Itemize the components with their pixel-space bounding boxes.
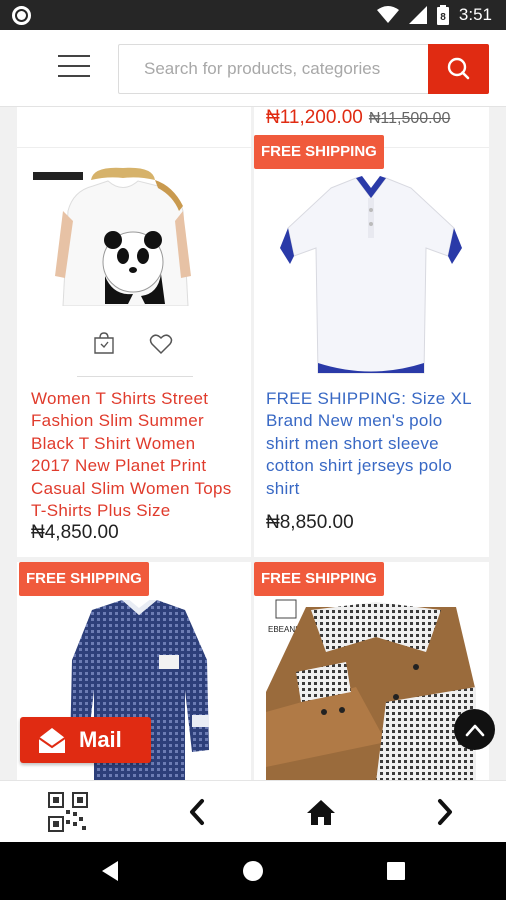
android-navigation-bar bbox=[0, 842, 506, 900]
product-card[interactable]: FREE SHIPPING: Size XL Brand New men's p… bbox=[254, 147, 489, 557]
back-button[interactable] bbox=[180, 791, 214, 833]
product-grid: ₦11,200.00 ₦11,500.00 Women T Shirts Str… bbox=[0, 107, 506, 780]
add-to-cart-icon[interactable] bbox=[93, 332, 115, 354]
price-row: ₦11,200.00 ₦11,500.00 bbox=[266, 107, 450, 129]
battery-level: 8 bbox=[440, 12, 446, 23]
mail-envelope-icon bbox=[38, 728, 66, 753]
wifi-icon bbox=[376, 6, 399, 23]
search-button[interactable] bbox=[428, 44, 489, 94]
product-title[interactable]: FREE SHIPPING: Size XL Brand New men's p… bbox=[266, 388, 478, 500]
polo-shirt-image-icon bbox=[280, 176, 462, 374]
product-price: ₦11,200.00 bbox=[266, 107, 363, 128]
chevron-right-icon bbox=[438, 799, 452, 825]
battery-icon: 8 bbox=[436, 5, 449, 25]
forward-button[interactable] bbox=[428, 791, 462, 833]
qr-code-icon bbox=[48, 792, 88, 832]
android-back-icon[interactable] bbox=[100, 860, 120, 882]
mail-label: Mail bbox=[79, 727, 122, 752]
brown-shirt-image-icon: EBEANIS bbox=[266, 599, 476, 780]
divider bbox=[77, 376, 193, 377]
search-icon bbox=[447, 57, 470, 80]
mail-button[interactable]: Mail bbox=[20, 717, 151, 763]
product-title[interactable]: Women T Shirts Street Fashion Slim Summe… bbox=[31, 388, 235, 522]
free-shipping-badge: FREE SHIPPING bbox=[254, 562, 384, 596]
product-image[interactable] bbox=[276, 168, 466, 378]
product-card-continued bbox=[17, 107, 251, 147]
home-button[interactable] bbox=[303, 791, 339, 833]
android-home-icon[interactable] bbox=[242, 860, 264, 882]
product-image[interactable] bbox=[33, 166, 213, 307]
cell-signal-icon bbox=[408, 6, 427, 24]
product-image[interactable]: EBEANIS bbox=[266, 592, 481, 780]
qr-code-button[interactable] bbox=[46, 791, 90, 833]
search-input[interactable] bbox=[118, 44, 430, 94]
android-recents-icon[interactable] bbox=[386, 861, 406, 881]
wishlist-heart-icon[interactable] bbox=[149, 333, 173, 355]
free-shipping-badge: FREE SHIPPING bbox=[19, 562, 149, 596]
bottom-app-bar bbox=[0, 780, 506, 842]
status-time: 3:51 bbox=[458, 5, 492, 24]
product-old-price: ₦11,500.00 bbox=[368, 110, 451, 127]
scroll-to-top-button[interactable] bbox=[454, 709, 495, 750]
free-shipping-badge: FREE SHIPPING bbox=[254, 135, 384, 169]
notification-circle-icon bbox=[12, 6, 31, 25]
status-bar: 8 3:51 bbox=[0, 0, 506, 30]
product-price: ₦4,850.00 bbox=[31, 522, 119, 543]
chevron-up-icon bbox=[465, 724, 484, 736]
product-card[interactable]: Women T Shirts Street Fashion Slim Summe… bbox=[17, 147, 251, 557]
app-header bbox=[0, 30, 506, 107]
chevron-left-icon bbox=[190, 799, 204, 825]
tshirt-image-icon bbox=[33, 167, 191, 307]
hamburger-menu-icon[interactable] bbox=[58, 55, 90, 79]
status-icons: 8 3:51 bbox=[376, 4, 492, 26]
home-icon bbox=[307, 800, 335, 825]
product-price: ₦8,850.00 bbox=[266, 512, 354, 533]
